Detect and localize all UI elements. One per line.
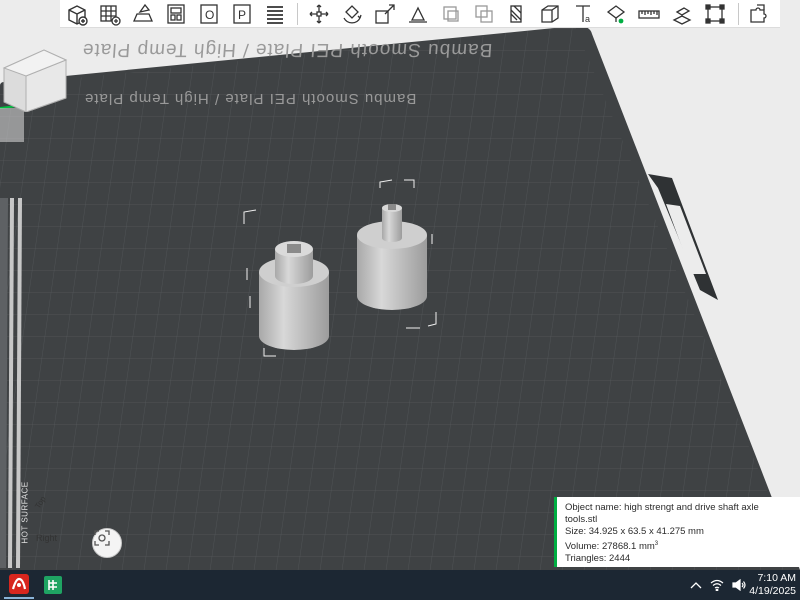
clock[interactable]: 7:10 AM 4/19/2025 (744, 572, 796, 598)
object-triangles: Triangles: 2444 (565, 553, 631, 565)
bambu-studio-icon[interactable] (4, 571, 34, 599)
svg-text:O: O (205, 8, 214, 22)
seam-painting-icon[interactable] (538, 1, 563, 27)
measure-icon[interactable] (637, 1, 662, 27)
fit-view-icon (94, 530, 110, 546)
lay-on-face-icon[interactable] (405, 1, 430, 27)
object-name: Object name: high strengt and drive shaf… (565, 502, 759, 513)
cut-icon[interactable] (438, 1, 463, 27)
fit-view-button[interactable] (92, 528, 122, 558)
wifi-icon[interactable] (710, 579, 724, 591)
text-icon[interactable]: a (571, 1, 596, 27)
object-volume: Volume: 27868.1 mm3 (565, 541, 659, 553)
top-toolbar: O P a (60, 0, 780, 28)
3d-viewport[interactable]: Bambu Smooth PEI Plate / High Temp Plate… (0, 28, 800, 570)
navigation-cube[interactable] (0, 28, 70, 112)
rotate-icon[interactable] (339, 1, 364, 27)
object-name-continued: tools.stl (565, 514, 598, 525)
move-icon[interactable] (306, 1, 331, 27)
toolbar-divider (297, 2, 299, 25)
color-painting-icon[interactable] (604, 1, 629, 27)
clock-date: 4/19/2025 (749, 585, 796, 597)
bambu-studio-window: O P a Bambu Smooth PEI Plate / High Temp… (0, 0, 800, 600)
add-plate-icon[interactable] (97, 1, 122, 27)
svg-text:P: P (238, 8, 246, 22)
assembly-icon[interactable] (670, 1, 695, 27)
clock-time: 7:10 AM (757, 572, 796, 584)
layers-list-icon[interactable] (262, 1, 287, 27)
arrange-icon[interactable] (163, 1, 188, 27)
split-to-objects-icon[interactable]: O (196, 1, 221, 27)
drag-icon[interactable] (703, 1, 728, 27)
plate-name-label: Bambu Smooth PEI Plate / High Temp Plate (81, 39, 494, 60)
support-painting-icon[interactable] (505, 1, 530, 27)
chevron-up-icon[interactable] (690, 580, 702, 590)
svg-text:a: a (585, 14, 590, 24)
boolean-icon[interactable] (472, 1, 497, 27)
hot-surface-label: HOT SURFACE (20, 481, 30, 544)
system-tray (690, 570, 746, 600)
split-to-parts-icon[interactable]: P (229, 1, 254, 27)
auto-orient-icon[interactable] (130, 1, 155, 27)
puzzle-icon[interactable] (747, 1, 772, 27)
object-info-panel: Object name: high strengt and drive shaf… (554, 497, 800, 567)
plate-name-label-2: Bambu Smooth PEI Plate / High Temp Plate (84, 90, 417, 107)
spreadsheet-app-icon[interactable] (38, 571, 68, 599)
object-size: Size: 34.925 x 63.5 x 41.275 mm (565, 526, 704, 537)
taskbar: 7:10 AM 4/19/2025 (0, 570, 800, 600)
build-plate-canvas[interactable] (0, 28, 800, 570)
scale-icon[interactable] (372, 1, 397, 27)
navcube-right-label[interactable]: Right (36, 533, 57, 543)
toolbar-divider-2 (737, 2, 739, 25)
add-object-icon[interactable] (64, 1, 89, 27)
